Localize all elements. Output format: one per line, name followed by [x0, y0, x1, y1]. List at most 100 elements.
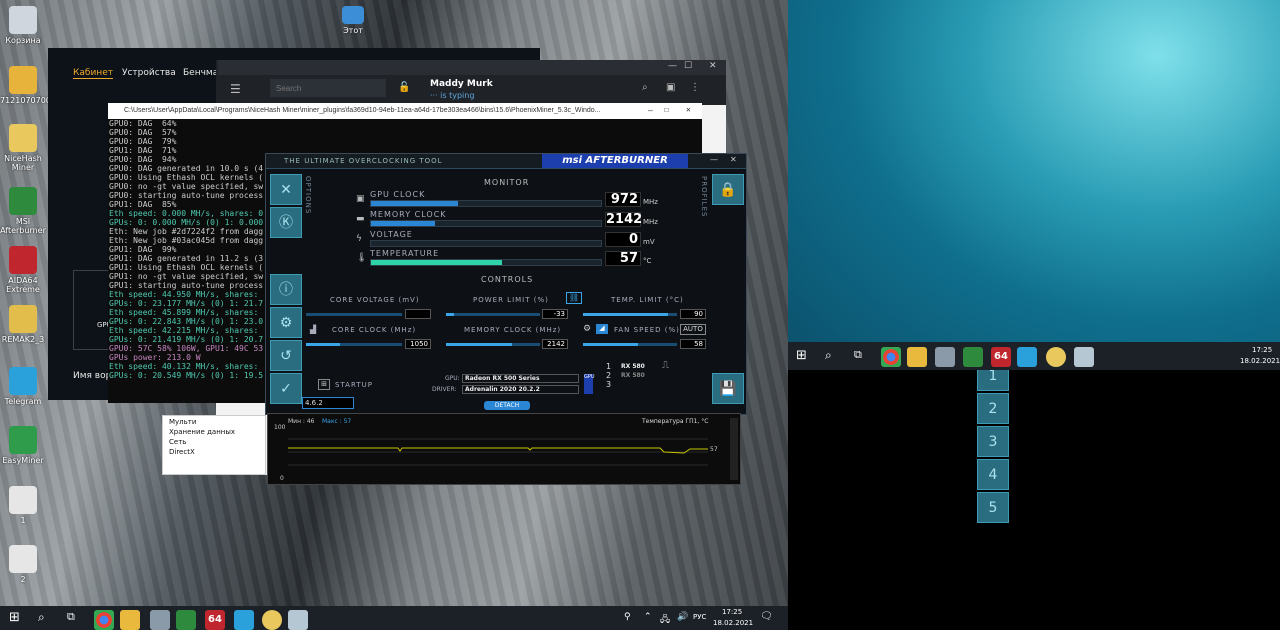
- telegram-taskbar-icon-2[interactable]: [1017, 347, 1037, 367]
- console-taskbar-icon-2[interactable]: [1074, 347, 1094, 367]
- language-indicator[interactable]: РУС: [693, 613, 706, 621]
- link-icon[interactable]: ⛓: [566, 292, 582, 304]
- this-pc-icon[interactable]: Этот: [330, 6, 376, 35]
- gpu-index[interactable]: 2: [606, 371, 611, 380]
- console-minimize-icon[interactable]: —: [648, 106, 653, 116]
- desktop-icon[interactable]: Корзина: [0, 6, 46, 45]
- temp-limit-value[interactable]: 90: [680, 309, 706, 319]
- ab-close-icon[interactable]: ✕: [730, 155, 737, 164]
- msi-afterburner-taskbar-icon[interactable]: [176, 610, 196, 630]
- explorer-tree-item[interactable]: Мульти: [169, 417, 235, 427]
- notifications-icon[interactable]: 🗨: [760, 611, 773, 622]
- search-icon-2[interactable]: ⌕: [825, 348, 832, 363]
- close-icon[interactable]: ✕: [709, 61, 717, 71]
- info-button[interactable]: ⓘ: [270, 274, 302, 305]
- telegram-window[interactable]: — ☐ ✕ ☰ 🔓 Maddy Murk ··· is typing ⌕ ▣ ⋮: [216, 60, 726, 105]
- task-view-icon-2[interactable]: ⧉: [854, 348, 862, 362]
- graph-scrollbar[interactable]: [730, 418, 738, 480]
- menu-icon[interactable]: ☰: [230, 82, 241, 96]
- console-close-icon[interactable]: ✕: [686, 105, 691, 115]
- sidebar-toggle-icon[interactable]: ▣: [666, 82, 675, 93]
- core-voltage-slider[interactable]: [306, 313, 402, 316]
- desktop-icon[interactable]: 1: [0, 486, 46, 525]
- detach-button[interactable]: DETACH: [484, 401, 530, 410]
- fan-auto-button[interactable]: AUTO: [680, 324, 706, 335]
- search-icon[interactable]: ⌕: [38, 610, 45, 625]
- temp-limit-slider[interactable]: [583, 313, 677, 316]
- profile-slot-button[interactable]: 3: [977, 426, 1009, 457]
- desktop-icon[interactable]: MSI Afterburner: [0, 187, 46, 235]
- search-input[interactable]: [270, 79, 386, 97]
- power-limit-slider[interactable]: [446, 313, 540, 316]
- core-clock-slider[interactable]: [306, 343, 402, 346]
- console-taskbar-icon[interactable]: [288, 610, 308, 630]
- memory-clock-slider[interactable]: [446, 343, 540, 346]
- desktop-icon[interactable]: 2: [0, 545, 46, 584]
- memory-clock-value[interactable]: 2142: [542, 339, 568, 349]
- ab-logo-button[interactable]: ✕: [270, 174, 302, 205]
- network-icon[interactable]: 🖧: [660, 612, 670, 628]
- nicehash-taskbar-icon[interactable]: [262, 610, 282, 630]
- windows-start-icon-2[interactable]: ⊞: [796, 348, 807, 363]
- profile-slot-button[interactable]: 4: [977, 459, 1009, 490]
- explorer-tree-item[interactable]: Сеть: [169, 437, 235, 447]
- clock-date[interactable]: 18.02.2021: [713, 619, 753, 627]
- lock-icon[interactable]: 🔓: [398, 82, 410, 93]
- chrome-icon[interactable]: [94, 610, 114, 630]
- apply-button[interactable]: ✓: [270, 373, 302, 404]
- aida64-icon[interactable]: 64: [205, 610, 225, 630]
- more-icon[interactable]: ⋮: [690, 82, 700, 93]
- file-explorer-icon[interactable]: [120, 610, 140, 630]
- maximize-icon[interactable]: ☐: [684, 61, 692, 71]
- ab-minimize-icon[interactable]: —: [710, 155, 718, 164]
- fan-speed-value[interactable]: 58: [680, 339, 706, 349]
- chrome-icon-2[interactable]: [881, 347, 901, 367]
- reset-button[interactable]: ↺: [270, 340, 302, 371]
- settings-button[interactable]: ⚙: [270, 307, 302, 338]
- desktop-icon[interactable]: Telegram: [0, 367, 46, 406]
- profile-slot-button[interactable]: 5: [977, 492, 1009, 523]
- desktop-icon[interactable]: EasyMiner: [0, 426, 46, 465]
- windows-start-icon[interactable]: ⊞: [9, 610, 20, 625]
- explorer-tree-item[interactable]: Хранение данных: [169, 427, 235, 437]
- gpu-index[interactable]: 1: [606, 362, 611, 371]
- chevron-up-icon[interactable]: ⌃: [644, 612, 652, 622]
- gpu-info-badge[interactable]: GPU: [584, 374, 595, 394]
- task-view-icon[interactable]: ⧉: [67, 610, 75, 624]
- desktop-icon[interactable]: AIDA64 Extreme: [0, 246, 46, 294]
- aida64-icon-2[interactable]: 64: [991, 347, 1011, 367]
- tab-devices[interactable]: Устройства: [122, 68, 176, 78]
- file-explorer-icon-2[interactable]: [907, 347, 927, 367]
- desktop-icon[interactable]: 7121070700: [0, 66, 51, 105]
- profile-slot-button[interactable]: 2: [977, 393, 1009, 424]
- gpu-list-name[interactable]: RX 580: [621, 363, 645, 370]
- telegram-taskbar-icon[interactable]: [234, 610, 254, 630]
- power-limit-value[interactable]: -33: [542, 309, 568, 319]
- kombustor-button[interactable]: Ⓚ: [270, 207, 302, 238]
- windows-startup-icon[interactable]: ⊞: [318, 379, 330, 390]
- save-profile-button[interactable]: 💾: [712, 373, 744, 404]
- core-voltage-value[interactable]: [405, 309, 431, 319]
- device-manager-icon[interactable]: [150, 610, 170, 630]
- search-icon[interactable]: ⌕: [642, 82, 648, 93]
- fan-curve-icon[interactable]: ◢: [596, 324, 608, 334]
- person-icon[interactable]: ⚲: [624, 612, 631, 622]
- desktop-icon[interactable]: REMAK2_3: [0, 305, 46, 344]
- gpu-list-name[interactable]: RX 580: [621, 372, 645, 379]
- nicehash-taskbar-icon-2[interactable]: [1046, 347, 1066, 367]
- console-maximize-icon[interactable]: ☐: [664, 105, 669, 115]
- clock-time[interactable]: 17:25: [722, 608, 742, 616]
- clock-date-2[interactable]: 18.02.2021: [1240, 357, 1280, 365]
- fan-gear-icon[interactable]: ⚙: [583, 324, 591, 334]
- explorer-tree-item[interactable]: DirectX: [169, 447, 235, 457]
- fan-speed-slider[interactable]: [583, 343, 677, 346]
- volume-icon[interactable]: 🔊: [677, 612, 688, 622]
- profile-lock-button[interactable]: 🔒: [712, 174, 744, 205]
- core-clock-value[interactable]: 1050: [405, 339, 431, 349]
- minimize-icon[interactable]: —: [668, 61, 677, 71]
- clock-time-2[interactable]: 17:25: [1252, 346, 1272, 354]
- tab-cabinet[interactable]: Кабинет: [73, 68, 113, 79]
- gpu-index[interactable]: 3: [606, 380, 611, 389]
- device-manager-icon-2[interactable]: [935, 347, 955, 367]
- desktop-icon[interactable]: NiceHash Miner: [0, 124, 46, 172]
